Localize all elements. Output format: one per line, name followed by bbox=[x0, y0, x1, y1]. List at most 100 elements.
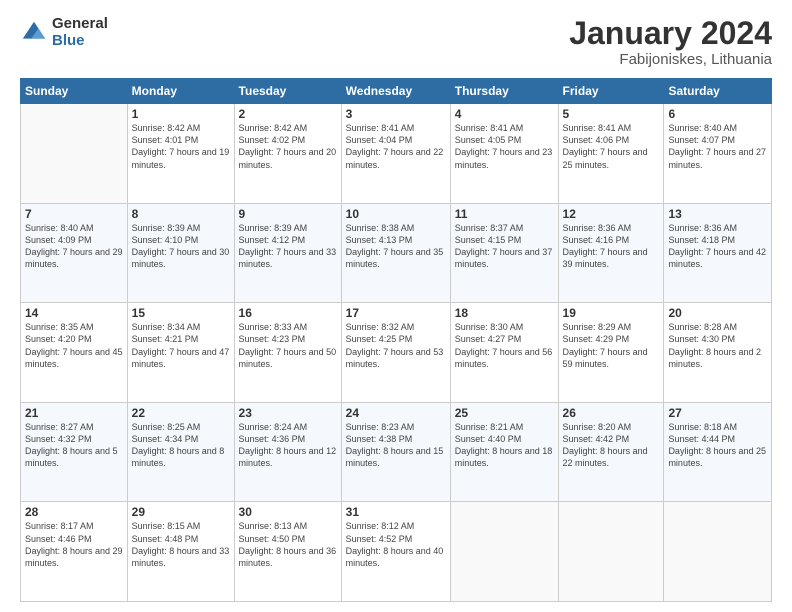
cell-w5-d1: 28Sunrise: 8:17 AMSunset: 4:46 PMDayligh… bbox=[21, 502, 128, 602]
cell-info-2: Sunrise: 8:42 AMSunset: 4:02 PMDaylight:… bbox=[239, 122, 337, 171]
cell-w2-d1: 7Sunrise: 8:40 AMSunset: 4:09 PMDaylight… bbox=[21, 203, 128, 303]
date-num-13: 13 bbox=[668, 207, 767, 221]
week-row-2: 7Sunrise: 8:40 AMSunset: 4:09 PMDaylight… bbox=[21, 203, 772, 303]
cell-info-5: Sunrise: 8:41 AMSunset: 4:06 PMDaylight:… bbox=[563, 122, 660, 171]
date-num-22: 22 bbox=[132, 406, 230, 420]
cell-w3-d3: 16Sunrise: 8:33 AMSunset: 4:23 PMDayligh… bbox=[234, 303, 341, 403]
cell-info-18: Sunrise: 8:30 AMSunset: 4:27 PMDaylight:… bbox=[455, 321, 554, 370]
cell-w1-d7: 6Sunrise: 8:40 AMSunset: 4:07 PMDaylight… bbox=[664, 104, 772, 204]
date-num-10: 10 bbox=[346, 207, 446, 221]
cell-info-28: Sunrise: 8:17 AMSunset: 4:46 PMDaylight:… bbox=[25, 520, 123, 569]
cell-info-17: Sunrise: 8:32 AMSunset: 4:25 PMDaylight:… bbox=[346, 321, 446, 370]
logo: General Blue bbox=[20, 16, 108, 49]
date-num-20: 20 bbox=[668, 306, 767, 320]
cell-w4-d1: 21Sunrise: 8:27 AMSunset: 4:32 PMDayligh… bbox=[21, 402, 128, 502]
header: General Blue January 2024 Fabijoniskes, … bbox=[20, 16, 772, 68]
cell-w3-d2: 15Sunrise: 8:34 AMSunset: 4:21 PMDayligh… bbox=[127, 303, 234, 403]
date-num-14: 14 bbox=[25, 306, 123, 320]
cell-w4-d5: 25Sunrise: 8:21 AMSunset: 4:40 PMDayligh… bbox=[450, 402, 558, 502]
cell-w3-d4: 17Sunrise: 8:32 AMSunset: 4:25 PMDayligh… bbox=[341, 303, 450, 403]
date-num-29: 29 bbox=[132, 505, 230, 519]
calendar-body: 1Sunrise: 8:42 AMSunset: 4:01 PMDaylight… bbox=[21, 104, 772, 602]
cell-info-8: Sunrise: 8:39 AMSunset: 4:10 PMDaylight:… bbox=[132, 222, 230, 271]
header-saturday: Saturday bbox=[664, 79, 772, 104]
cell-w4-d7: 27Sunrise: 8:18 AMSunset: 4:44 PMDayligh… bbox=[664, 402, 772, 502]
cell-w1-d5: 4Sunrise: 8:41 AMSunset: 4:05 PMDaylight… bbox=[450, 104, 558, 204]
cell-w1-d6: 5Sunrise: 8:41 AMSunset: 4:06 PMDaylight… bbox=[558, 104, 664, 204]
cell-info-1: Sunrise: 8:42 AMSunset: 4:01 PMDaylight:… bbox=[132, 122, 230, 171]
cell-info-13: Sunrise: 8:36 AMSunset: 4:18 PMDaylight:… bbox=[668, 222, 767, 271]
cell-info-24: Sunrise: 8:23 AMSunset: 4:38 PMDaylight:… bbox=[346, 421, 446, 470]
header-sunday: Sunday bbox=[21, 79, 128, 104]
cell-info-21: Sunrise: 8:27 AMSunset: 4:32 PMDaylight:… bbox=[25, 421, 123, 470]
header-thursday: Thursday bbox=[450, 79, 558, 104]
week-row-3: 14Sunrise: 8:35 AMSunset: 4:20 PMDayligh… bbox=[21, 303, 772, 403]
date-num-25: 25 bbox=[455, 406, 554, 420]
week-row-5: 28Sunrise: 8:17 AMSunset: 4:46 PMDayligh… bbox=[21, 502, 772, 602]
cell-info-20: Sunrise: 8:28 AMSunset: 4:30 PMDaylight:… bbox=[668, 321, 767, 370]
date-num-2: 2 bbox=[239, 107, 337, 121]
day-header-row: Sunday Monday Tuesday Wednesday Thursday… bbox=[21, 79, 772, 104]
date-num-24: 24 bbox=[346, 406, 446, 420]
logo-general: General bbox=[52, 16, 108, 33]
cell-info-15: Sunrise: 8:34 AMSunset: 4:21 PMDaylight:… bbox=[132, 321, 230, 370]
cell-w2-d2: 8Sunrise: 8:39 AMSunset: 4:10 PMDaylight… bbox=[127, 203, 234, 303]
cell-w4-d3: 23Sunrise: 8:24 AMSunset: 4:36 PMDayligh… bbox=[234, 402, 341, 502]
cell-info-26: Sunrise: 8:20 AMSunset: 4:42 PMDaylight:… bbox=[563, 421, 660, 470]
date-num-16: 16 bbox=[239, 306, 337, 320]
cell-w2-d7: 13Sunrise: 8:36 AMSunset: 4:18 PMDayligh… bbox=[664, 203, 772, 303]
date-num-18: 18 bbox=[455, 306, 554, 320]
date-num-3: 3 bbox=[346, 107, 446, 121]
cell-w4-d2: 22Sunrise: 8:25 AMSunset: 4:34 PMDayligh… bbox=[127, 402, 234, 502]
date-num-4: 4 bbox=[455, 107, 554, 121]
date-num-21: 21 bbox=[25, 406, 123, 420]
cell-w5-d6 bbox=[558, 502, 664, 602]
cell-info-22: Sunrise: 8:25 AMSunset: 4:34 PMDaylight:… bbox=[132, 421, 230, 470]
date-num-27: 27 bbox=[668, 406, 767, 420]
title-block: January 2024 Fabijoniskes, Lithuania bbox=[569, 16, 772, 68]
header-monday: Monday bbox=[127, 79, 234, 104]
date-num-7: 7 bbox=[25, 207, 123, 221]
cell-w1-d1 bbox=[21, 104, 128, 204]
header-wednesday: Wednesday bbox=[341, 79, 450, 104]
cell-info-19: Sunrise: 8:29 AMSunset: 4:29 PMDaylight:… bbox=[563, 321, 660, 370]
date-num-19: 19 bbox=[563, 306, 660, 320]
cell-info-10: Sunrise: 8:38 AMSunset: 4:13 PMDaylight:… bbox=[346, 222, 446, 271]
cell-w5-d2: 29Sunrise: 8:15 AMSunset: 4:48 PMDayligh… bbox=[127, 502, 234, 602]
cell-w2-d5: 11Sunrise: 8:37 AMSunset: 4:15 PMDayligh… bbox=[450, 203, 558, 303]
date-num-9: 9 bbox=[239, 207, 337, 221]
date-num-11: 11 bbox=[455, 207, 554, 221]
cell-w1-d3: 2Sunrise: 8:42 AMSunset: 4:02 PMDaylight… bbox=[234, 104, 341, 204]
cell-w2-d6: 12Sunrise: 8:36 AMSunset: 4:16 PMDayligh… bbox=[558, 203, 664, 303]
calendar-table: Sunday Monday Tuesday Wednesday Thursday… bbox=[20, 78, 772, 602]
cell-info-27: Sunrise: 8:18 AMSunset: 4:44 PMDaylight:… bbox=[668, 421, 767, 470]
cell-w2-d3: 9Sunrise: 8:39 AMSunset: 4:12 PMDaylight… bbox=[234, 203, 341, 303]
cell-w3-d6: 19Sunrise: 8:29 AMSunset: 4:29 PMDayligh… bbox=[558, 303, 664, 403]
page: General Blue January 2024 Fabijoniskes, … bbox=[0, 0, 792, 612]
cell-w5-d5 bbox=[450, 502, 558, 602]
cell-info-11: Sunrise: 8:37 AMSunset: 4:15 PMDaylight:… bbox=[455, 222, 554, 271]
header-tuesday: Tuesday bbox=[234, 79, 341, 104]
cell-w2-d4: 10Sunrise: 8:38 AMSunset: 4:13 PMDayligh… bbox=[341, 203, 450, 303]
cell-w3-d1: 14Sunrise: 8:35 AMSunset: 4:20 PMDayligh… bbox=[21, 303, 128, 403]
cell-w5-d3: 30Sunrise: 8:13 AMSunset: 4:50 PMDayligh… bbox=[234, 502, 341, 602]
date-num-17: 17 bbox=[346, 306, 446, 320]
date-num-8: 8 bbox=[132, 207, 230, 221]
cell-w3-d7: 20Sunrise: 8:28 AMSunset: 4:30 PMDayligh… bbox=[664, 303, 772, 403]
header-friday: Friday bbox=[558, 79, 664, 104]
calendar-title: January 2024 bbox=[569, 16, 772, 51]
week-row-1: 1Sunrise: 8:42 AMSunset: 4:01 PMDaylight… bbox=[21, 104, 772, 204]
date-num-15: 15 bbox=[132, 306, 230, 320]
cell-info-30: Sunrise: 8:13 AMSunset: 4:50 PMDaylight:… bbox=[239, 520, 337, 569]
logo-blue: Blue bbox=[52, 33, 108, 50]
cell-info-9: Sunrise: 8:39 AMSunset: 4:12 PMDaylight:… bbox=[239, 222, 337, 271]
cell-w1-d4: 3Sunrise: 8:41 AMSunset: 4:04 PMDaylight… bbox=[341, 104, 450, 204]
cell-info-14: Sunrise: 8:35 AMSunset: 4:20 PMDaylight:… bbox=[25, 321, 123, 370]
cell-w5-d7 bbox=[664, 502, 772, 602]
date-num-6: 6 bbox=[668, 107, 767, 121]
cell-info-7: Sunrise: 8:40 AMSunset: 4:09 PMDaylight:… bbox=[25, 222, 123, 271]
cell-info-3: Sunrise: 8:41 AMSunset: 4:04 PMDaylight:… bbox=[346, 122, 446, 171]
date-num-30: 30 bbox=[239, 505, 337, 519]
week-row-4: 21Sunrise: 8:27 AMSunset: 4:32 PMDayligh… bbox=[21, 402, 772, 502]
cell-info-23: Sunrise: 8:24 AMSunset: 4:36 PMDaylight:… bbox=[239, 421, 337, 470]
